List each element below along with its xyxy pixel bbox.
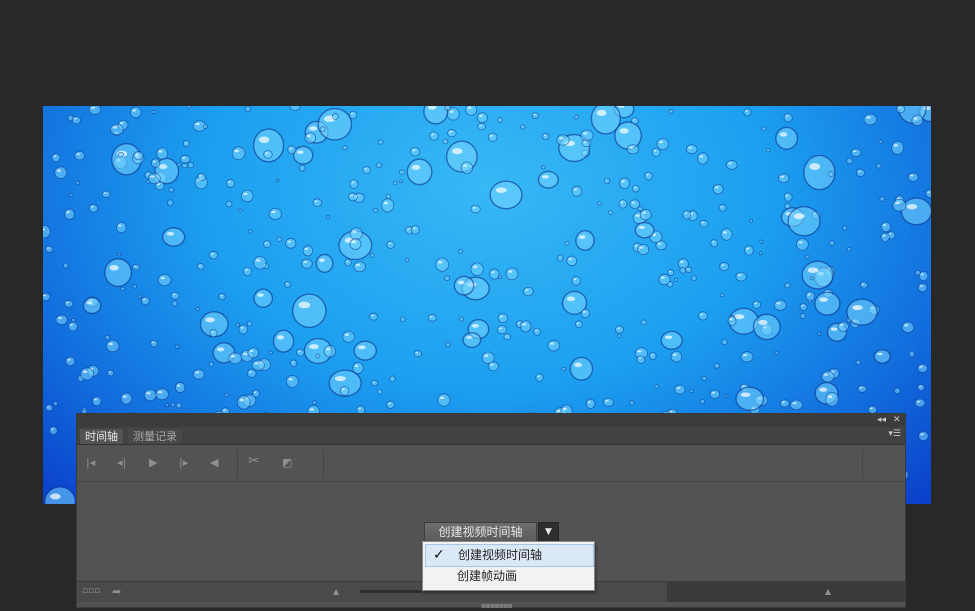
panel-resize-grip[interactable]: ▪▪▪▪▪▪▪: [481, 601, 513, 610]
transition-icon[interactable]: ◩: [282, 456, 292, 470]
audio-icon[interactable]: ◀: [210, 456, 218, 470]
play-icon[interactable]: ▶: [149, 456, 157, 470]
dropdown-item-label: 创建视频时间轴: [458, 548, 543, 562]
toolbar-divider: [862, 449, 863, 479]
tab-measurement-log[interactable]: 测量记录: [128, 429, 182, 444]
bottom-bar-track-area: [667, 582, 905, 602]
dropdown-item-create-frame-animation[interactable]: 创建帧动画: [425, 566, 592, 587]
dropdown-item-label: 创建帧动画: [457, 569, 518, 583]
create-timeline-dropdown: ✓ 创建视频时间轴 创建帧动画: [422, 541, 595, 591]
zoom-out-icon[interactable]: ▲: [333, 587, 339, 596]
double-chevron-left-icon[interactable]: ◂◂: [877, 414, 886, 427]
panel-title-strip: ◂◂ ✕: [77, 414, 905, 427]
panel-tab-bar: 时间轴 测量记录 ▾☰: [77, 427, 905, 445]
check-icon: ✓: [433, 547, 445, 563]
render-video-icon[interactable]: ➦: [112, 585, 121, 598]
previous-frame-icon[interactable]: ◂|: [117, 456, 126, 470]
zoom-slider-icon[interactable]: [360, 590, 422, 593]
first-frame-icon[interactable]: |◂: [86, 456, 95, 470]
panel-menu-icon[interactable]: ▾☰: [888, 429, 901, 439]
close-icon[interactable]: ✕: [893, 414, 901, 427]
split-scissors-icon[interactable]: ✂: [248, 454, 260, 468]
timeline-toolbar: |◂ ◂| ▶ |▸ ◀ ✂ ◩: [77, 445, 905, 482]
toolbar-divider: [237, 449, 238, 479]
convert-frames-icon[interactable]: ▫▫▫: [82, 586, 100, 596]
dropdown-item-create-video-timeline[interactable]: ✓ 创建视频时间轴: [425, 544, 594, 567]
create-video-timeline-button[interactable]: 创建视频时间轴: [424, 522, 537, 542]
toolbar-divider: [323, 449, 324, 479]
chevron-down-icon[interactable]: ▼: [538, 522, 559, 542]
zoom-in-icon[interactable]: ▲: [825, 587, 831, 596]
next-frame-icon[interactable]: |▸: [179, 456, 188, 470]
tab-timeline[interactable]: 时间轴: [80, 429, 123, 444]
